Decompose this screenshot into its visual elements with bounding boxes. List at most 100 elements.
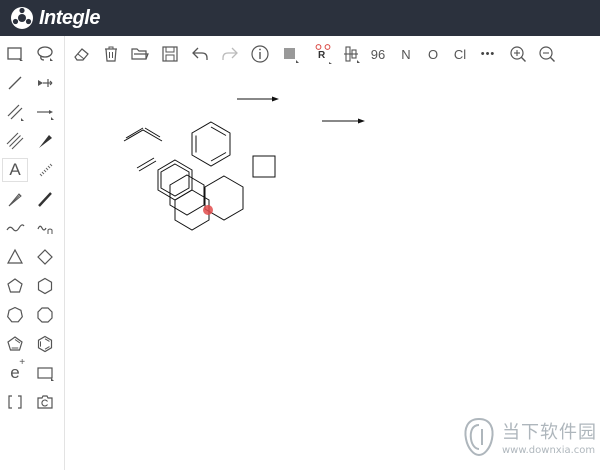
number-button[interactable]: 96 — [365, 42, 391, 66]
pentagon-icon — [7, 278, 23, 293]
reaction-arrow-1[interactable] — [237, 96, 279, 102]
atom-cl-button[interactable]: Cl — [448, 42, 472, 66]
wavy-bond-tool[interactable] — [32, 216, 58, 240]
single-bond-tool[interactable] — [2, 71, 28, 95]
lasso-select-tool[interactable] — [32, 42, 58, 66]
triangle-icon — [6, 248, 24, 264]
hexagon-cluster[interactable] — [157, 159, 244, 231]
redo-icon — [222, 47, 238, 60]
hashed-wedge-tool[interactable] — [2, 187, 28, 211]
cyclopentadiene-icon — [7, 336, 23, 351]
lasso-select-icon — [37, 46, 53, 61]
diamond-tool[interactable] — [32, 245, 58, 269]
trash-icon — [105, 46, 117, 62]
fill-color-button[interactable] — [278, 42, 302, 66]
atom-o-button[interactable]: O — [421, 42, 445, 66]
double-bond-fragment[interactable] — [136, 157, 157, 172]
element-tool-plus: + — [19, 357, 26, 368]
wavy-line-icon — [6, 224, 25, 232]
eraser-icon — [74, 48, 89, 61]
reaction-arrow-tool[interactable] — [32, 100, 58, 124]
brand-logo[interactable]: Integle — [10, 6, 100, 30]
top-toolbar: R 96 N O Cl ••• — [65, 36, 600, 72]
template-button[interactable] — [339, 42, 363, 66]
open-folder-icon — [131, 48, 149, 60]
camera-tool[interactable] — [32, 390, 58, 414]
reaction-arrow-2[interactable] — [322, 118, 365, 124]
more-button[interactable]: ••• — [476, 42, 500, 66]
drawing-canvas[interactable] — [65, 72, 600, 470]
camera-icon — [37, 395, 53, 409]
pentagon-tool[interactable] — [2, 274, 28, 298]
watermark-url: www.downxia.com — [502, 445, 596, 456]
element-icon: e + — [10, 357, 25, 383]
atom-o-label: O — [427, 46, 439, 62]
hexagon-icon — [37, 277, 53, 295]
rect-select-tool[interactable] — [2, 42, 28, 66]
open-button[interactable] — [128, 42, 152, 66]
octagon-tool[interactable] — [32, 303, 58, 327]
triple-bond-icon — [6, 132, 24, 150]
triangle-tool[interactable] — [2, 245, 28, 269]
watermark-logo-icon — [464, 417, 494, 457]
canvas-drawing — [123, 96, 365, 231]
undo-button[interactable] — [188, 42, 212, 66]
wedge-bond-icon — [39, 135, 52, 148]
app-header: Integle — [0, 0, 600, 36]
hash-bond-icon — [39, 163, 53, 177]
bracket-icon — [8, 395, 22, 409]
brand-name: Integle — [39, 6, 100, 29]
info-button[interactable] — [248, 42, 272, 66]
atom-n-button[interactable]: N — [394, 42, 418, 66]
rect-select-icon — [7, 47, 23, 61]
heptagon-icon — [7, 306, 23, 323]
reaction-arrow-icon — [37, 110, 54, 120]
watermark-text: 当下软件园 www.downxia.com — [502, 418, 597, 456]
watermark: 当下软件园 www.downxia.com — [462, 415, 597, 459]
text-tool[interactable]: A — [2, 158, 28, 182]
wavy-line-tool[interactable] — [2, 216, 28, 240]
rgroup-button[interactable]: R — [311, 42, 335, 66]
wavy-bond-icon — [37, 225, 53, 234]
hash-bond-tool[interactable] — [32, 158, 58, 182]
hashed-wedge-icon — [8, 193, 22, 207]
bold-bond-tool[interactable] — [32, 187, 58, 211]
zoom-out-icon — [539, 46, 555, 62]
wedge-bond-tool[interactable] — [32, 129, 58, 153]
undo-icon — [192, 47, 208, 60]
zoom-in-icon — [510, 46, 526, 62]
atom-n-label: N — [401, 46, 411, 62]
benzene-ring[interactable] — [191, 121, 231, 167]
logo-icon — [11, 7, 33, 29]
diamond-icon — [37, 249, 53, 265]
zoom-in-button[interactable] — [506, 42, 530, 66]
element-tool[interactable]: e + — [2, 357, 28, 385]
info-icon — [251, 45, 269, 63]
square-shape[interactable] — [252, 155, 276, 178]
heptagon-tool[interactable] — [2, 303, 28, 327]
zoom-out-button[interactable] — [535, 42, 559, 66]
double-bond-icon — [7, 104, 24, 121]
bracket-tool[interactable] — [2, 390, 28, 414]
eraser-button[interactable] — [70, 42, 94, 66]
redo-button[interactable] — [218, 42, 242, 66]
triple-bond-tool[interactable] — [2, 129, 28, 153]
octagon-icon — [37, 307, 53, 323]
alkene-chain[interactable] — [123, 127, 163, 142]
left-toolbar: A e + — [0, 36, 65, 470]
save-button[interactable] — [158, 42, 182, 66]
bold-bond-icon — [38, 192, 52, 207]
hexagon-tool[interactable] — [32, 274, 58, 298]
benzene-tool[interactable] — [32, 332, 58, 356]
move-tool[interactable] — [32, 71, 58, 95]
template-icon — [344, 46, 360, 63]
double-bond-tool[interactable] — [2, 100, 28, 124]
trash-button[interactable] — [99, 42, 123, 66]
rectangle-tool[interactable] — [32, 361, 58, 385]
rectangle-icon — [37, 367, 54, 381]
save-icon — [162, 46, 178, 62]
move-arrow-icon — [38, 79, 53, 87]
selected-atom-highlight[interactable] — [203, 205, 213, 215]
cyclopentadiene-tool[interactable] — [2, 332, 28, 356]
atom-cl-label: Cl — [453, 46, 467, 62]
